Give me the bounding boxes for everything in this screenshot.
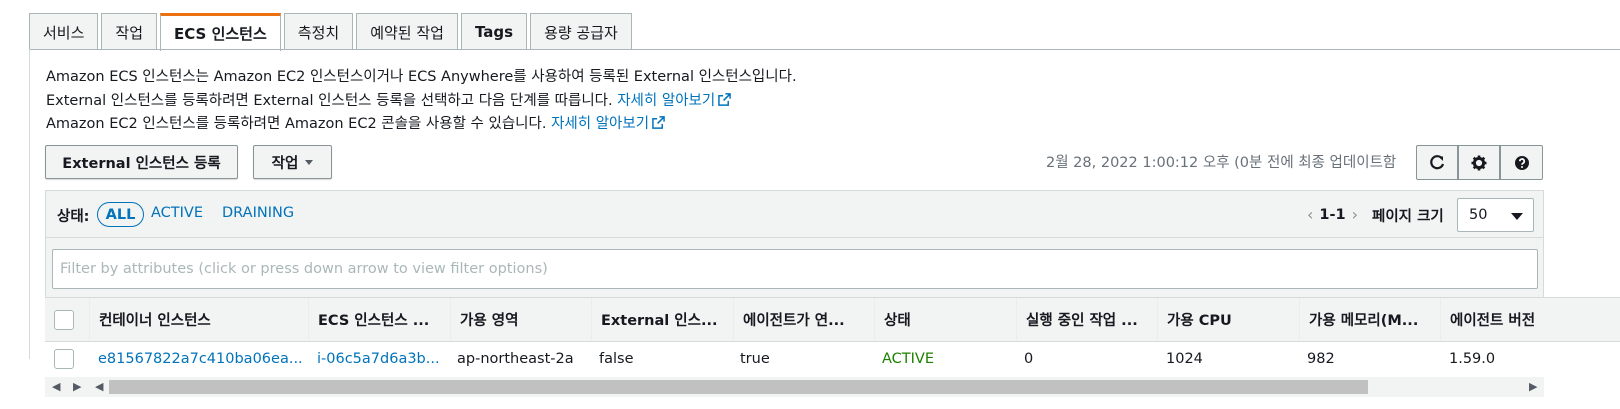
- table-row: e81567822a7c410ba06ea... i-06c5a7d6a3b..…: [45, 342, 1620, 375]
- scrollbar-thumb[interactable]: [109, 380, 1368, 394]
- tab-divider: [29, 49, 1620, 50]
- column-header-status[interactable]: 상태: [874, 298, 1016, 341]
- agent-version-cell: 1.59.0: [1449, 350, 1496, 367]
- filter-area: [45, 238, 1544, 297]
- status-filter-bar: 상태: ALL ACTIVE DRAINING ‹ 1-1 › 페이지 크기 5…: [45, 190, 1544, 238]
- column-header-available-cpu[interactable]: 가용 CPU: [1157, 298, 1299, 341]
- prev-page-icon[interactable]: ‹: [1307, 205, 1313, 224]
- row-select-cell: [45, 342, 89, 375]
- column-header-agent-version[interactable]: 에이전트 버전: [1440, 298, 1620, 341]
- column-header-agent-connected[interactable]: 에이전트가 연...: [733, 298, 874, 341]
- ecs-cluster-page: 서비스 작업 ECS 인스턴스 측정치 예약된 작업 Tags 용량 공급자 A…: [0, 0, 1620, 409]
- status-filter-draining[interactable]: DRAINING: [222, 205, 294, 221]
- refresh-button[interactable]: [1416, 145, 1458, 180]
- actions-dropdown-button[interactable]: 작업: [253, 145, 332, 179]
- external-link-icon: [718, 92, 732, 106]
- tab-services[interactable]: 서비스: [29, 13, 99, 50]
- tab-scheduled-tasks[interactable]: 예약된 작업: [356, 13, 458, 50]
- actions-label: 작업: [271, 155, 299, 172]
- description: Amazon ECS 인스턴스는 Amazon EC2 인스턴스이거나 ECS …: [46, 66, 797, 137]
- row-checkbox[interactable]: [54, 348, 74, 369]
- tab-ecs-instances[interactable]: ECS 인스턴스: [160, 13, 281, 51]
- agent-connected-cell: true: [740, 350, 770, 367]
- settings-button[interactable]: [1458, 145, 1500, 180]
- column-header-ecs-instance[interactable]: ECS 인스턴스 ...: [308, 298, 450, 341]
- table-header: 컨테이너 인스턴스 ECS 인스턴스 ... 가용 영역 External 인스…: [45, 297, 1620, 342]
- status-filter-all[interactable]: ALL: [97, 202, 144, 227]
- column-header-running-tasks[interactable]: 실행 중인 작업 ...: [1016, 298, 1157, 341]
- caret-down-icon: [1511, 213, 1523, 220]
- select-all-checkbox[interactable]: [54, 309, 74, 330]
- external-instance-cell: false: [599, 350, 634, 367]
- learn-more-link-ec2[interactable]: 자세히 알아보기: [551, 116, 665, 132]
- help-button[interactable]: [1500, 145, 1543, 180]
- learn-more-link-ec2-label: 자세히 알아보기: [551, 116, 650, 132]
- next-page-icon[interactable]: ›: [1352, 205, 1358, 224]
- column-header-availability-zone[interactable]: 가용 영역: [450, 298, 591, 341]
- gear-icon: [1471, 155, 1487, 170]
- last-updated-text: 2월 28, 2022 1:00:12 오후 (0분 전에 최종 업데이트함: [1046, 155, 1397, 171]
- running-tasks-cell: 0: [1024, 350, 1034, 367]
- learn-more-link-external[interactable]: 자세히 알아보기: [617, 92, 732, 109]
- column-header-container-instance[interactable]: 컨테이너 인스턴스: [89, 298, 308, 341]
- register-external-instance-button[interactable]: External 인스턴스 등록: [45, 145, 238, 179]
- caret-down-icon: [305, 159, 314, 165]
- description-line-3-text: Amazon EC2 인스턴스를 등록하려면 Amazon EC2 콘솔을 사용…: [46, 116, 547, 132]
- panel-border: [29, 49, 30, 359]
- available-memory-cell: 982: [1307, 350, 1335, 367]
- status-label: 상태:: [57, 209, 90, 225]
- tab-capacity-providers[interactable]: 용량 공급자: [530, 13, 632, 50]
- column-header-available-memory[interactable]: 가용 메모리(M...: [1299, 298, 1440, 341]
- status-cell: ACTIVE: [882, 350, 935, 367]
- attribute-filter-input[interactable]: [52, 249, 1538, 289]
- status-filter-active[interactable]: ACTIVE: [151, 205, 203, 221]
- available-cpu-cell: 1024: [1166, 350, 1203, 367]
- description-line-3: Amazon EC2 인스턴스를 등록하려면 Amazon EC2 콘솔을 사용…: [46, 113, 797, 137]
- column-header-external-instance[interactable]: External 인스...: [591, 298, 733, 341]
- external-link-icon: [652, 116, 665, 129]
- scroll-left-icon[interactable]: ◀: [95, 380, 103, 393]
- description-line-2: External 인스턴스를 등록하려면 External 인스턴스 등록을 선…: [46, 90, 797, 114]
- refresh-icon: [1430, 154, 1445, 169]
- page-size-select[interactable]: 50: [1457, 198, 1534, 232]
- description-line-1: Amazon ECS 인스턴스는 Amazon EC2 인스턴스이거나 ECS …: [46, 69, 797, 85]
- tab-tags[interactable]: Tags: [460, 13, 528, 50]
- select-all-cell: [45, 298, 89, 341]
- help-icon: [1514, 155, 1529, 170]
- scroll-left-icon[interactable]: ◀: [52, 380, 60, 393]
- cluster-tabs: 서비스 작업 ECS 인스턴스 측정치 예약된 작업 Tags 용량 공급자: [29, 13, 635, 51]
- scroll-right-icon[interactable]: ▶: [1529, 380, 1537, 393]
- horizontal-scrollbar[interactable]: ◀ ▶ ◀ ▶: [45, 377, 1544, 397]
- scroll-right-small-icon[interactable]: ▶: [73, 380, 81, 393]
- pagination: ‹ 1-1 ›: [1301, 205, 1364, 224]
- ec2-instance-link[interactable]: i-06c5a7d6a3b...: [308, 342, 440, 375]
- availability-zone-cell: ap-northeast-2a: [457, 350, 574, 367]
- learn-more-link-external-label: 자세히 알아보기: [617, 92, 716, 109]
- tab-metrics[interactable]: 측정치: [283, 13, 354, 50]
- tab-tasks[interactable]: 작업: [101, 13, 158, 50]
- description-line-2-text: External 인스턴스를 등록하려면 External 인스턴스 등록을 선…: [46, 92, 613, 109]
- page-size-value: 50: [1469, 207, 1488, 223]
- container-instance-link[interactable]: e81567822a7c410ba06ea...: [89, 342, 303, 375]
- page-range: 1-1: [1319, 206, 1346, 223]
- page-size-label: 페이지 크기: [1372, 209, 1444, 225]
